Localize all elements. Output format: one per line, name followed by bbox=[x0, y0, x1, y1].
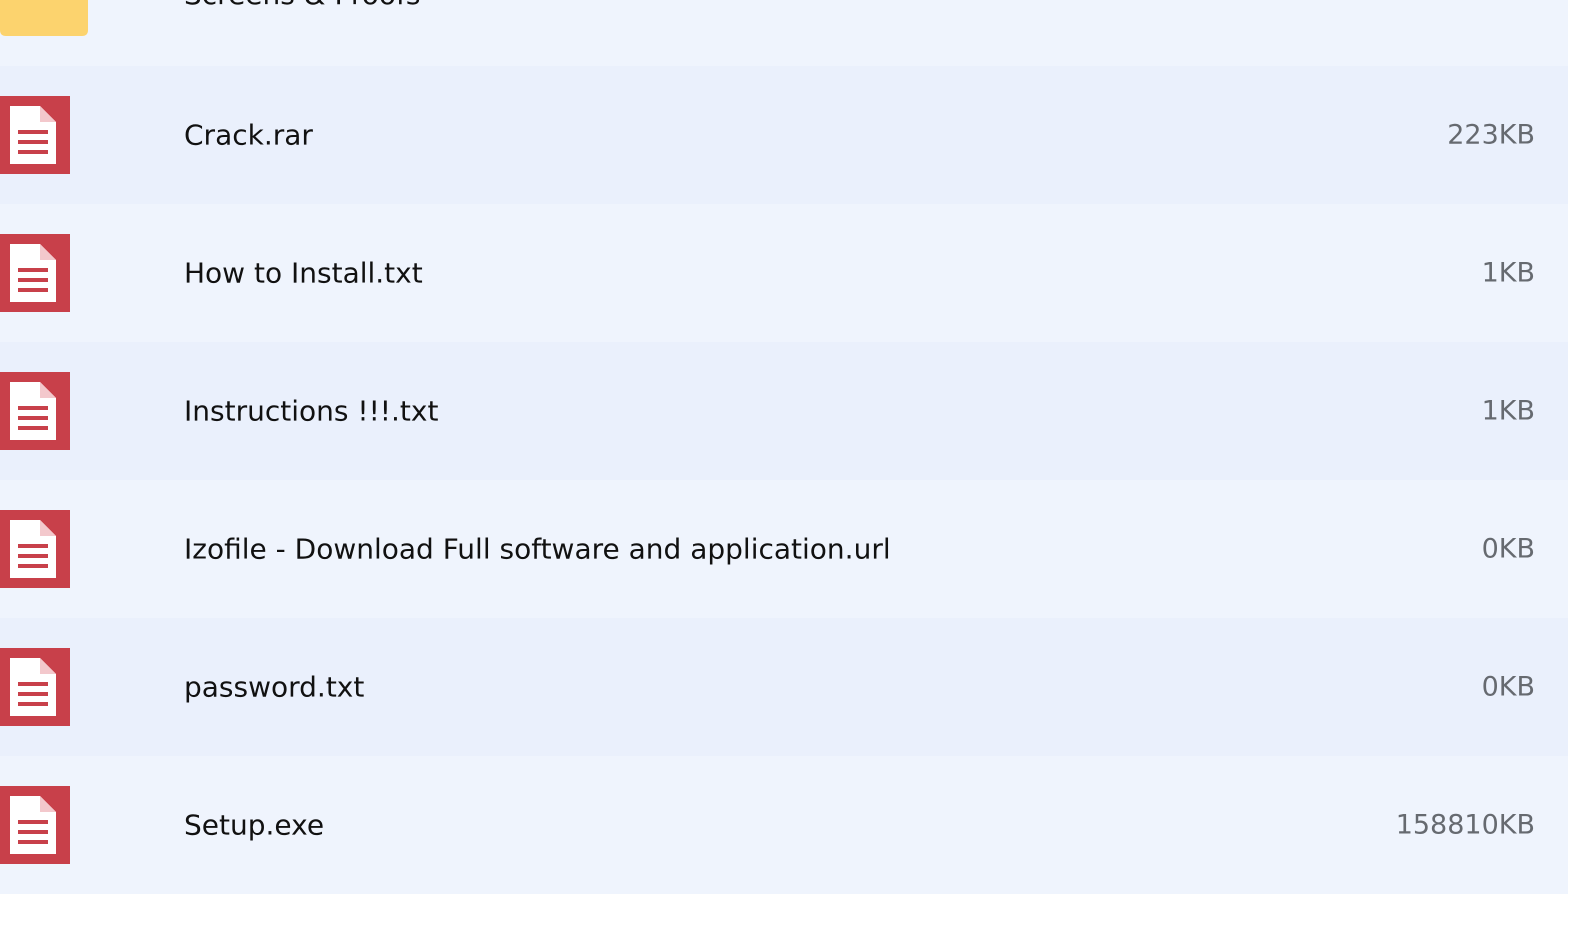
list-item[interactable]: Instructions !!!.txt 1KB bbox=[0, 342, 1568, 480]
scrollbar[interactable] bbox=[1568, 0, 1591, 950]
list-item[interactable]: Crack.rar 223KB bbox=[0, 66, 1568, 204]
document-icon bbox=[0, 372, 70, 450]
file-size: 158810KB bbox=[1395, 809, 1535, 841]
folder-icon bbox=[0, 0, 88, 36]
file-name: Setup.exe bbox=[184, 808, 325, 842]
document-icon bbox=[0, 234, 70, 312]
file-name: Screens & Proofs bbox=[184, 0, 420, 11]
file-size: 0KB bbox=[1481, 671, 1535, 703]
list-item-folder[interactable]: Screens & Proofs bbox=[0, 0, 1568, 66]
list-item[interactable]: Izofile - Download Full software and app… bbox=[0, 480, 1568, 618]
file-list: Screens & Proofs Crack.rar 223KB How to … bbox=[0, 0, 1568, 950]
file-name: How to Install.txt bbox=[184, 256, 423, 290]
document-icon bbox=[0, 96, 70, 174]
file-size: 223KB bbox=[1447, 119, 1535, 151]
document-icon bbox=[0, 786, 70, 864]
file-size: 1KB bbox=[1481, 257, 1535, 289]
file-size: 1KB bbox=[1481, 395, 1535, 427]
file-name: password.txt bbox=[184, 670, 365, 704]
list-item[interactable]: How to Install.txt 1KB bbox=[0, 204, 1568, 342]
document-icon bbox=[0, 648, 70, 726]
file-name: Crack.rar bbox=[184, 118, 313, 152]
list-item[interactable]: Setup.exe 158810KB bbox=[0, 756, 1568, 894]
file-name: Izofile - Download Full software and app… bbox=[184, 532, 891, 566]
document-icon bbox=[0, 510, 70, 588]
file-name: Instructions !!!.txt bbox=[184, 394, 439, 428]
list-item[interactable]: password.txt 0KB bbox=[0, 618, 1568, 756]
file-size: 0KB bbox=[1481, 533, 1535, 565]
